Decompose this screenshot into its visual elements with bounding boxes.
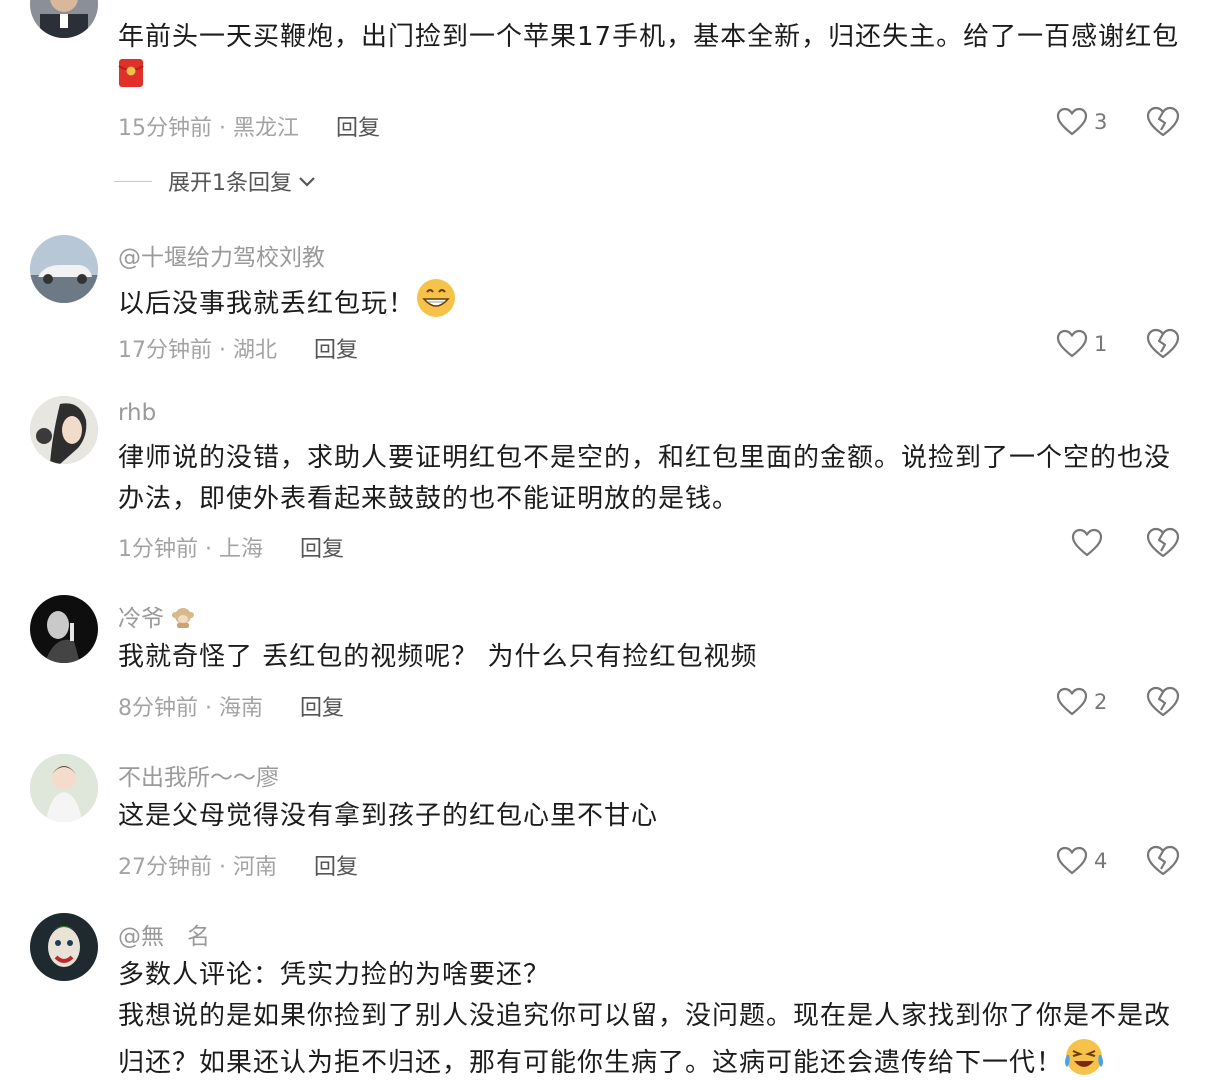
- grin-emoji-icon: [415, 277, 457, 332]
- comment-username[interactable]: @無 名: [118, 917, 210, 951]
- divider: [114, 180, 152, 182]
- comment-username[interactable]: 不出我所～～廖: [118, 758, 279, 792]
- avatar[interactable]: [30, 595, 98, 663]
- like-count: 2: [1094, 690, 1108, 714]
- comment-time: 27分钟前: [118, 855, 212, 880]
- avatar[interactable]: [30, 913, 98, 981]
- like-button[interactable]: 1: [1056, 329, 1107, 359]
- heart-icon: [1056, 846, 1088, 875]
- avatar[interactable]: [30, 0, 98, 38]
- broken-heart-icon: [1146, 845, 1180, 876]
- avatar[interactable]: [30, 396, 98, 464]
- like-count: 4: [1094, 849, 1108, 873]
- like-button[interactable]: 3: [1056, 107, 1107, 137]
- comment-time: 15分钟前: [118, 116, 212, 141]
- like-count: 1: [1094, 332, 1108, 356]
- reply-button[interactable]: 回复: [300, 537, 344, 562]
- heart-icon: [1071, 528, 1103, 557]
- comment-time: 8分钟前: [118, 696, 198, 721]
- dislike-button[interactable]: [1146, 328, 1180, 360]
- broken-heart-icon: [1146, 686, 1180, 717]
- broken-heart-icon: [1146, 328, 1180, 359]
- comment-location: 河南: [232, 855, 277, 880]
- comment-username[interactable]: rhb: [118, 400, 156, 426]
- comment-text: 以后没事我就丢红包玩！: [118, 277, 1188, 332]
- heart-icon: [1056, 107, 1088, 136]
- like-button[interactable]: 2: [1056, 687, 1107, 717]
- heart-icon: [1056, 687, 1088, 716]
- avatar[interactable]: [30, 235, 98, 303]
- comment-meta: 15分钟前 · 黑龙江 回复: [118, 116, 381, 141]
- heart-icon: [1056, 329, 1088, 358]
- dislike-button[interactable]: [1146, 106, 1180, 138]
- expand-replies-button[interactable]: 展开1条回复: [114, 165, 318, 197]
- dislike-button[interactable]: [1146, 686, 1180, 718]
- broken-heart-icon: [1146, 106, 1180, 137]
- like-count: 3: [1094, 110, 1108, 134]
- comment-text: 多数人评论：凭实力捡的为啥要还？ 我想说的是如果你捡到了别人没追究你可以留，没问…: [118, 955, 1188, 1080]
- dislike-button[interactable]: [1146, 527, 1180, 559]
- comment-meta: 8分钟前 · 海南 回复: [118, 696, 345, 721]
- laugh-cry-emoji-icon: [1063, 1037, 1105, 1080]
- comment-text: 我就奇怪了 丢红包的视频呢？ 为什么只有捡红包视频: [118, 642, 758, 672]
- reply-button[interactable]: 回复: [336, 116, 380, 141]
- comment-username[interactable]: @十堰给力驾校刘教: [118, 238, 325, 272]
- like-button[interactable]: 4: [1056, 846, 1107, 876]
- comment-meta: 27分钟前 · 河南 回复: [118, 855, 359, 880]
- chevron-down-icon: [299, 177, 315, 187]
- avatar[interactable]: [30, 754, 98, 822]
- reply-button[interactable]: 回复: [314, 338, 358, 363]
- comment-meta: 17分钟前 · 湖北 回复: [118, 338, 359, 363]
- comment-text: 律师说的没错，求助人要证明红包不是空的，和红包里面的金额。说捡到了一个空的也没办…: [118, 443, 1172, 514]
- dislike-button[interactable]: [1146, 845, 1180, 877]
- red-envelope-icon: [118, 58, 144, 101]
- comment-text: 这是父母觉得没有拿到孩子的红包心里不甘心: [118, 801, 659, 831]
- reply-button[interactable]: 回复: [300, 696, 344, 721]
- reply-button[interactable]: 回复: [314, 855, 358, 880]
- like-button[interactable]: [1071, 528, 1109, 558]
- comment-text: 年前头一天买鞭炮，出门捡到一个苹果17手机，基本全新，归还失主。给了一百感谢红包: [118, 17, 1188, 101]
- broken-heart-icon: [1146, 527, 1180, 558]
- comment-location: 海南: [218, 696, 263, 721]
- comment-time: 17分钟前: [118, 338, 212, 363]
- comment-location: 黑龙江: [232, 116, 299, 141]
- comment-location: 湖北: [232, 338, 277, 363]
- comment-location: 上海: [218, 537, 263, 562]
- comment-meta: 1分钟前 · 上海 回复: [118, 537, 345, 562]
- comment-time: 1分钟前: [118, 537, 198, 562]
- monkey-icon: [170, 605, 196, 635]
- comment-username[interactable]: 冷爷: [118, 599, 196, 635]
